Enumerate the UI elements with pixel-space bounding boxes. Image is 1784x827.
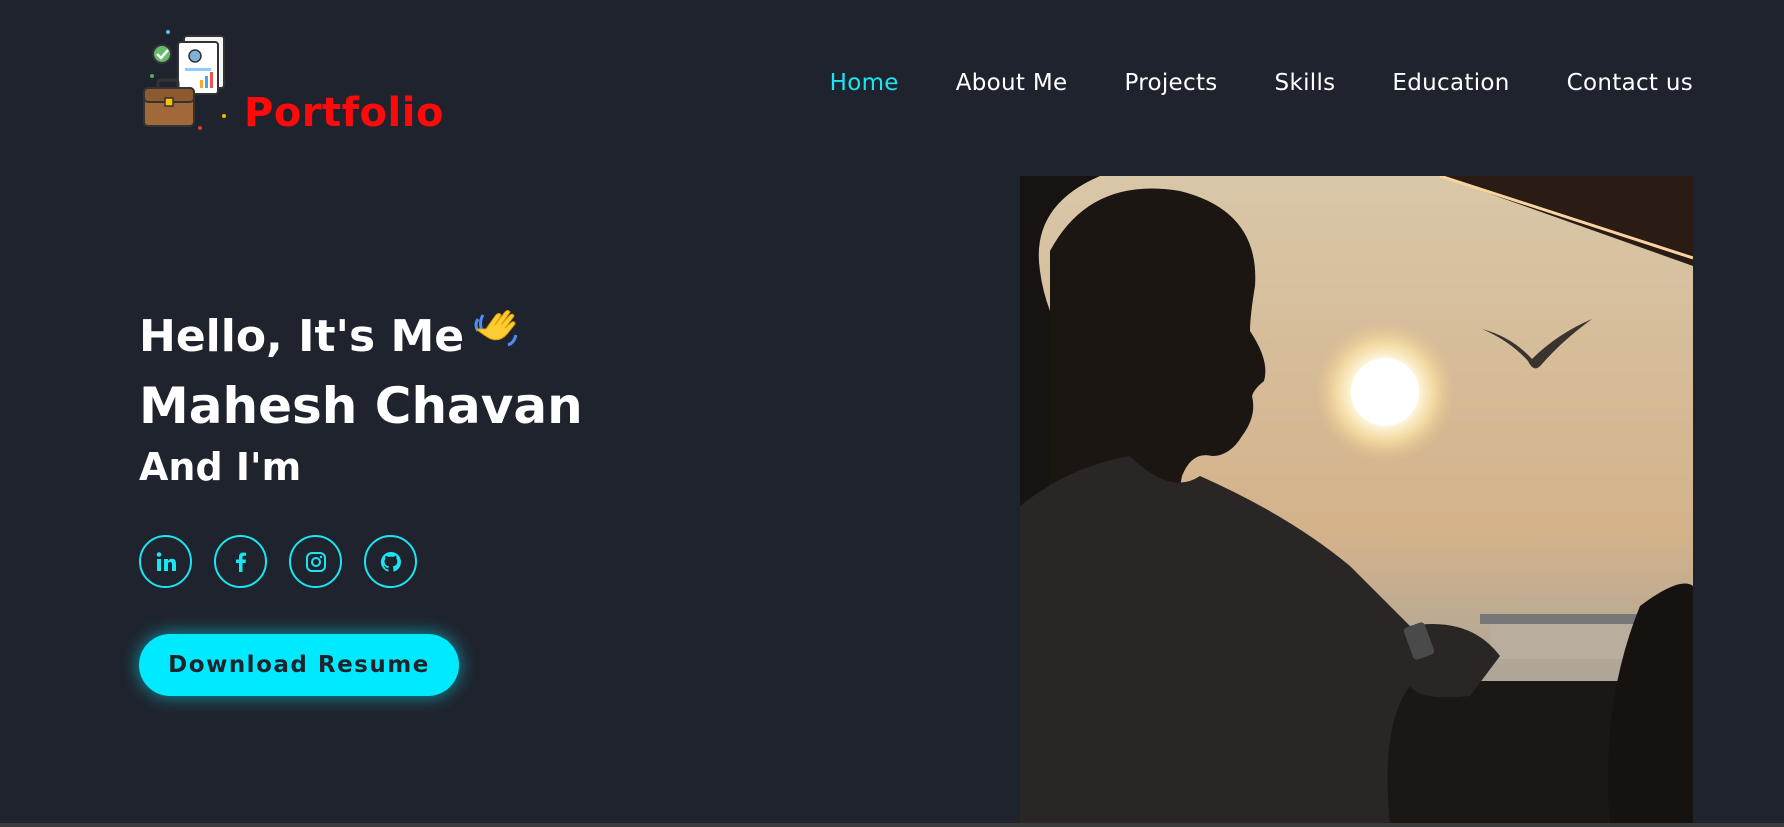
role-intro: And I'm xyxy=(139,445,302,489)
logo[interactable]: Portfolio xyxy=(140,28,443,138)
section-divider xyxy=(0,823,1784,827)
instagram-link[interactable] xyxy=(289,535,342,588)
nav-contact-us[interactable]: Contact us xyxy=(1567,70,1693,96)
linkedin-icon xyxy=(156,551,176,571)
facebook-icon xyxy=(235,552,246,572)
logo-text: Portfolio xyxy=(244,90,444,136)
waving-hand-icon xyxy=(472,305,520,369)
github-icon xyxy=(380,551,401,572)
nav-education[interactable]: Education xyxy=(1392,70,1509,96)
facebook-link[interactable] xyxy=(214,535,267,588)
nav-home[interactable]: Home xyxy=(830,70,899,96)
nav-about-me[interactable]: About Me xyxy=(956,70,1068,96)
instagram-icon xyxy=(305,551,326,572)
main-nav: Home About Me Projects Skills Education … xyxy=(830,70,1693,96)
profile-photo xyxy=(1020,176,1693,824)
nav-projects[interactable]: Projects xyxy=(1124,70,1217,96)
github-link[interactable] xyxy=(364,535,417,588)
nav-skills[interactable]: Skills xyxy=(1275,70,1336,96)
linkedin-link[interactable] xyxy=(139,535,192,588)
hero-intro: Hello, It's Me Mahesh Chavan And I'm xyxy=(139,305,583,493)
greeting: Hello, It's Me xyxy=(139,305,583,369)
download-resume-button[interactable]: Download Resume xyxy=(139,634,459,696)
social-links xyxy=(139,535,439,588)
person-name: Mahesh Chavan xyxy=(139,377,583,435)
portfolio-briefcase-icon xyxy=(143,30,226,130)
greeting-text: Hello, It's Me xyxy=(139,311,465,362)
